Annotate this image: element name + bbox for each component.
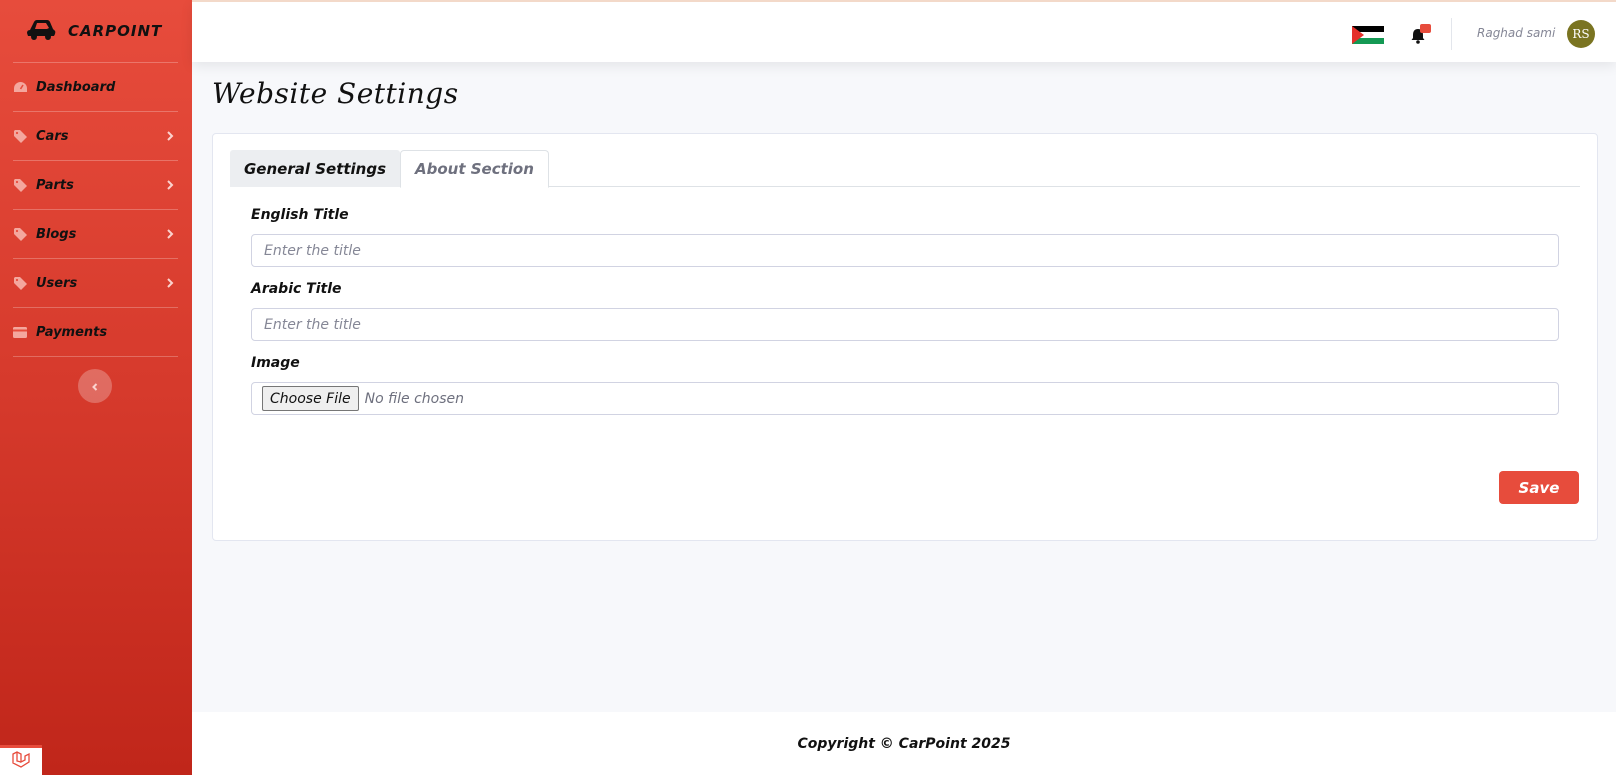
sidebar-item-users[interactable]: Users xyxy=(13,259,178,308)
tachometer-icon xyxy=(13,80,27,94)
sidebar-item-cars[interactable]: Cars xyxy=(13,112,178,161)
choose-file-button[interactable]: Choose File xyxy=(262,386,359,411)
sidebar-item-parts[interactable]: Parts xyxy=(13,161,178,210)
sidebar-item-label: Blogs xyxy=(36,226,77,242)
settings-card: General Settings About Section English T… xyxy=(212,133,1598,541)
sidebar-toggle-button[interactable] xyxy=(78,369,112,403)
sidebar-item-label: Dashboard xyxy=(36,79,116,95)
arabic-title-input[interactable] xyxy=(251,308,1559,341)
brand-name: CARPOINT xyxy=(68,22,163,40)
sidebar: CARPOINT Dashboard Cars Parts Blogs User… xyxy=(0,0,192,775)
tab-general-settings[interactable]: General Settings xyxy=(230,150,401,187)
chevron-right-icon xyxy=(164,179,176,191)
avatar[interactable]: RS xyxy=(1567,20,1595,48)
tag-icon xyxy=(13,129,27,143)
sidebar-item-label: Parts xyxy=(36,177,74,193)
sidebar-item-blogs[interactable]: Blogs xyxy=(13,210,178,259)
chevron-right-icon xyxy=(164,130,176,142)
chevron-left-icon xyxy=(90,377,100,396)
save-button[interactable]: Save xyxy=(1499,471,1579,504)
credit-card-icon xyxy=(13,325,27,339)
sidebar-item-dashboard[interactable]: Dashboard xyxy=(13,63,178,112)
sidebar-item-label: Cars xyxy=(36,128,69,144)
image-label: Image xyxy=(251,355,300,371)
sidebar-item-payments[interactable]: Payments xyxy=(13,308,178,357)
arabic-title-label: Arabic Title xyxy=(251,281,342,297)
english-title-input[interactable] xyxy=(251,234,1559,267)
chevron-right-icon xyxy=(164,228,176,240)
notification-button[interactable] xyxy=(1410,24,1432,44)
sidebar-item-label: Users xyxy=(36,275,78,291)
laravel-logo-icon xyxy=(11,750,31,774)
topbar-divider xyxy=(1451,18,1452,50)
user-name[interactable]: Raghad sami xyxy=(1477,26,1555,40)
settings-tabs: General Settings About Section xyxy=(230,150,1580,188)
sidebar-item-label: Payments xyxy=(36,324,108,340)
english-title-label: English Title xyxy=(251,207,349,223)
laravel-debugbar-button[interactable] xyxy=(0,745,42,775)
sidebar-nav: Dashboard Cars Parts Blogs Users Payment… xyxy=(13,63,178,357)
page-title: Website Settings xyxy=(212,77,459,110)
car-icon xyxy=(26,17,56,45)
notification-badge xyxy=(1420,24,1431,33)
topbar: Raghad sami RS xyxy=(192,0,1616,62)
footer: Copyright © CarPoint 2025 xyxy=(192,712,1616,775)
tab-about-section[interactable]: About Section xyxy=(400,150,549,188)
tag-icon xyxy=(13,227,27,241)
tag-icon xyxy=(13,178,27,192)
file-status: No file chosen xyxy=(364,390,464,407)
chevron-right-icon xyxy=(164,277,176,289)
copyright-text: Copyright © CarPoint 2025 xyxy=(797,735,1011,752)
tag-icon xyxy=(13,276,27,290)
brand[interactable]: CARPOINT xyxy=(0,0,178,62)
palestine-flag-icon[interactable] xyxy=(1352,26,1384,44)
image-file-input[interactable]: Choose File No file chosen xyxy=(251,382,1559,415)
